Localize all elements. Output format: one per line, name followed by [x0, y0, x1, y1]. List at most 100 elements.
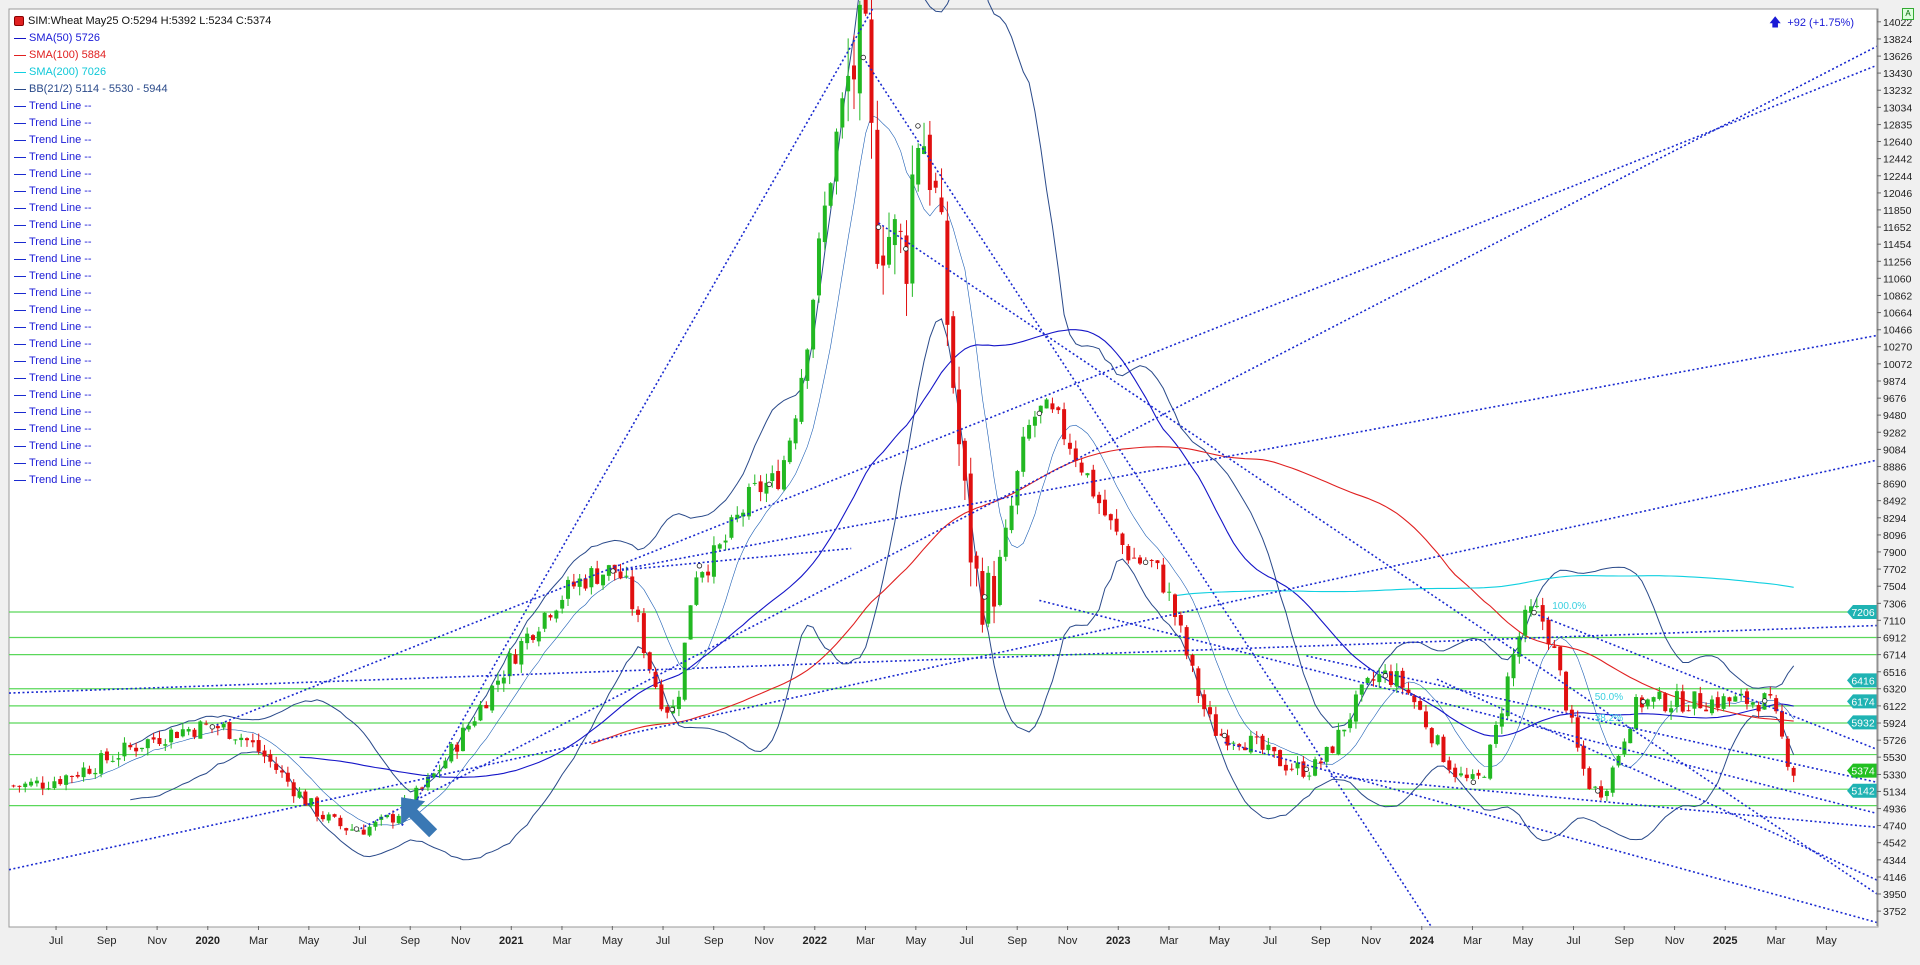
fib-label: 50.0%: [1595, 692, 1623, 703]
price-chart[interactable]: 100.0% 50.0% 38.2% 7206 6416 6174 5932 5374 5142…: [0, 0, 1920, 965]
candle-body: [1394, 671, 1399, 687]
candle-body: [1167, 591, 1172, 593]
candle-body: [174, 731, 179, 739]
legend-bb[interactable]: BB(21/2) 5114 - 5530 - 5944: [14, 81, 271, 98]
legend-trend-line[interactable]: Trend Line --: [14, 268, 271, 285]
candle-body: [1423, 711, 1428, 728]
y-tick-label: 12442: [1883, 154, 1912, 166]
legend-trend-line[interactable]: Trend Line --: [14, 421, 271, 438]
trend-swatch: [14, 292, 26, 294]
legend-trend-line[interactable]: Trend Line --: [14, 455, 271, 472]
legend-trend-line[interactable]: Trend Line --: [14, 438, 271, 455]
trend-line-label: Trend Line --: [29, 355, 92, 367]
legend-trend-line[interactable]: Trend Line --: [14, 98, 271, 115]
legend-trend-line[interactable]: Trend Line --: [14, 251, 271, 268]
candle-body: [1610, 767, 1615, 793]
candle-body: [665, 706, 670, 713]
fib-label: 38.2%: [1595, 713, 1623, 724]
candle-body: [618, 571, 623, 579]
price-tag-label: 5374: [1851, 766, 1875, 778]
trend-swatch: [14, 224, 26, 226]
legend-trend-line[interactable]: Trend Line --: [14, 336, 271, 353]
candle-body: [1669, 708, 1674, 713]
candle-body: [1704, 709, 1709, 712]
y-tick-label: 6122: [1883, 701, 1907, 713]
candle-body: [390, 814, 395, 823]
candle-body: [1079, 462, 1084, 473]
candle-body: [1132, 557, 1137, 559]
y-tick-label: 11060: [1883, 273, 1912, 285]
candle-body: [583, 578, 588, 589]
chart-options-button[interactable]: A: [1902, 8, 1914, 20]
fib-label: 100.0%: [1552, 601, 1586, 612]
candle-body: [1511, 654, 1516, 679]
candle-body: [1400, 670, 1405, 688]
x-tick-label: Nov: [451, 935, 471, 947]
y-tick-label: 10862: [1883, 290, 1912, 302]
candle-body: [338, 817, 343, 827]
candle-body: [262, 750, 267, 757]
trend-swatch: [14, 394, 26, 396]
candle-body: [1102, 499, 1107, 516]
candle-body: [1126, 546, 1131, 561]
candle-body: [723, 540, 728, 543]
legend-trend-line[interactable]: Trend Line --: [14, 166, 271, 183]
x-tick-label: Nov: [147, 935, 167, 947]
candle-body: [1348, 719, 1353, 729]
candle-body: [927, 134, 932, 191]
y-tick-label: 4936: [1883, 804, 1907, 816]
candle-body: [204, 723, 209, 725]
legend-trend-line[interactable]: Trend Line --: [14, 387, 271, 404]
x-tick-label: Sep: [1311, 935, 1331, 947]
candle-body: [215, 726, 220, 729]
legend-trend-line[interactable]: Trend Line --: [14, 370, 271, 387]
candle-body: [1149, 560, 1154, 562]
legend-trend-line[interactable]: Trend Line --: [14, 183, 271, 200]
legend-trend-line[interactable]: Trend Line --: [14, 353, 271, 370]
candle-body: [1021, 436, 1026, 472]
candle-body: [525, 633, 530, 644]
candle-body: [285, 772, 290, 782]
x-tick-label: Mar: [552, 935, 571, 947]
legend-trend-line[interactable]: Trend Line --: [14, 200, 271, 217]
y-tick-label: 11454: [1883, 239, 1912, 251]
legend-trend-line[interactable]: Trend Line --: [14, 115, 271, 132]
legend-trend-line[interactable]: Trend Line --: [14, 319, 271, 336]
candle-body: [1161, 564, 1166, 593]
legend-trend-line[interactable]: Trend Line --: [14, 285, 271, 302]
candle-body: [1505, 676, 1510, 717]
sma50-value: 5726: [75, 32, 100, 44]
x-tick-label: Jul: [959, 935, 973, 947]
candle-body: [857, 4, 862, 94]
y-tick-label: 10270: [1883, 342, 1912, 354]
candle-body: [1674, 691, 1679, 707]
candle-body: [1330, 746, 1335, 753]
candle-body: [110, 760, 115, 762]
candle-body: [367, 826, 372, 836]
legend-trend-line[interactable]: Trend Line --: [14, 302, 271, 319]
legend-trend-line[interactable]: Trend Line --: [14, 404, 271, 421]
y-tick-label: 4542: [1883, 838, 1907, 850]
legend-trend-lines: Trend Line -- Trend Line -- Trend Line -- T…: [14, 98, 271, 489]
candle-body: [881, 255, 886, 266]
legend-trend-line[interactable]: Trend Line --: [14, 472, 271, 489]
legend-trend-line[interactable]: Trend Line --: [14, 217, 271, 234]
legend-sma200[interactable]: SMA(200) 7026: [14, 64, 271, 81]
trend-line-label: Trend Line --: [29, 287, 92, 299]
legend-trend-line[interactable]: Trend Line --: [14, 234, 271, 251]
trend-swatch: [14, 309, 26, 311]
candle-body: [1272, 747, 1277, 752]
legend-sma100[interactable]: SMA(100) 5884: [14, 47, 271, 64]
anchor-point: [1595, 788, 1601, 794]
candle-body: [163, 744, 168, 746]
x-tick-label: Nov: [754, 935, 774, 947]
candle-body: [303, 791, 308, 806]
candle-body: [1406, 689, 1411, 693]
legend-sma50[interactable]: SMA(50) 5726: [14, 30, 271, 47]
legend-trend-line[interactable]: Trend Line --: [14, 149, 271, 166]
y-tick-label: 6912: [1883, 632, 1907, 644]
anchor-point: [1382, 673, 1389, 679]
candle-body: [1470, 774, 1475, 779]
anchor-point: [1221, 732, 1228, 739]
legend-trend-line[interactable]: Trend Line --: [14, 132, 271, 149]
